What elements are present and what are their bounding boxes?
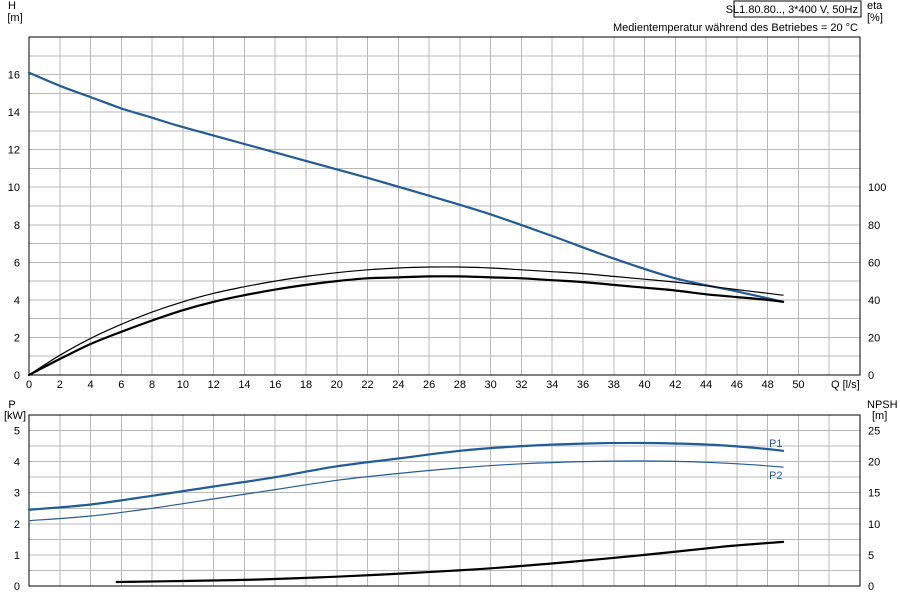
eta-tick-label: 60 bbox=[868, 257, 880, 269]
eta-tick-label: 80 bbox=[868, 220, 880, 232]
eta-tick-label: 20 bbox=[868, 332, 880, 344]
h-tick-label: 0 bbox=[14, 370, 20, 382]
eta-tick-label: 40 bbox=[868, 295, 880, 307]
npsh-axis-unit: [m] bbox=[872, 410, 887, 422]
x-tick-label: 10 bbox=[177, 379, 189, 391]
x-tick-label: 4 bbox=[87, 379, 93, 391]
h-axis-label: H bbox=[8, 0, 16, 12]
x-tick-label: 14 bbox=[238, 379, 250, 391]
p-tick-label: 4 bbox=[14, 457, 20, 469]
x-tick-label: 50 bbox=[792, 379, 804, 391]
x-tick-label: 34 bbox=[546, 379, 558, 391]
h-axis-unit: [m] bbox=[7, 12, 22, 24]
x-tick-label: 40 bbox=[638, 379, 650, 391]
p-tick-label: 2 bbox=[14, 519, 20, 531]
tick-labels: 0 2 4 6 8 10 12 14 16 18 20 22 24 26 28 30 32 34 36 38 40 42 4… bbox=[8, 70, 887, 593]
eta-tick-label: 0 bbox=[868, 370, 874, 382]
npsh-tick-label: 20 bbox=[868, 457, 880, 469]
x-tick-label: 24 bbox=[392, 379, 404, 391]
conditions-label: Medientemperatur während des Betriebes =… bbox=[613, 22, 858, 34]
x-tick-label: 26 bbox=[423, 379, 435, 391]
x-tick-label: 22 bbox=[361, 379, 373, 391]
x-tick-label: 18 bbox=[300, 379, 312, 391]
x-tick-label: 16 bbox=[269, 379, 281, 391]
h-tick-label: 6 bbox=[14, 257, 20, 269]
h-tick-label: 2 bbox=[14, 332, 20, 344]
p-tick-label: 3 bbox=[14, 488, 20, 500]
x-tick-label: 8 bbox=[149, 379, 155, 391]
h-tick-label: 10 bbox=[8, 182, 20, 194]
x-tick-label: 48 bbox=[762, 379, 774, 391]
top-series-1-line bbox=[28, 266, 784, 376]
x-tick-label: 6 bbox=[118, 379, 124, 391]
npsh-tick-label: 5 bbox=[868, 550, 874, 562]
x-tick-label: 20 bbox=[331, 379, 343, 391]
h-tick-label: 4 bbox=[14, 295, 20, 307]
bottom-series-p1-line bbox=[27, 441, 785, 511]
h-tick-label: 16 bbox=[8, 70, 20, 82]
x-tick-label: 44 bbox=[700, 379, 712, 391]
model-label: SL1.80.80.., 3*400 V, 50Hz bbox=[726, 4, 858, 16]
q-axis-label: Q [l/s] bbox=[831, 379, 860, 391]
npsh-tick-label: 10 bbox=[868, 519, 880, 531]
h-tick-label: 14 bbox=[8, 107, 20, 119]
bottom-panel-frame bbox=[28, 414, 861, 587]
x-tick-label: 42 bbox=[669, 379, 681, 391]
eta-axis-unit: [%] bbox=[867, 12, 883, 24]
eta-tick-label: 100 bbox=[868, 182, 886, 194]
top-panel-curves bbox=[27, 71, 785, 377]
axis-labels: H[m]eta[%]Q [l/s]P[kW]NPSH[m] bbox=[4, 0, 898, 422]
series-label-p1: P1 bbox=[769, 438, 782, 450]
p-tick-label: 1 bbox=[14, 550, 20, 562]
x-tick-label: 32 bbox=[515, 379, 527, 391]
npsh-tick-label: 25 bbox=[868, 426, 880, 438]
npsh-tick-label: 0 bbox=[868, 581, 874, 593]
x-tick-label: 30 bbox=[485, 379, 497, 391]
x-tick-label: 38 bbox=[608, 379, 620, 391]
eta-axis-label: eta bbox=[867, 0, 883, 12]
x-tick-label: 12 bbox=[208, 379, 220, 391]
series-label-p2: P2 bbox=[769, 470, 782, 482]
x-tick-label: 0 bbox=[26, 379, 32, 391]
h-tick-label: 12 bbox=[8, 145, 20, 157]
top-panel-grid bbox=[28, 36, 861, 376]
bottom-panel-curves: P1 P2 bbox=[27, 438, 785, 584]
h-tick-label: 8 bbox=[14, 220, 20, 232]
p-tick-label: 5 bbox=[14, 426, 20, 438]
x-tick-label: 36 bbox=[577, 379, 589, 391]
x-tick-label: 28 bbox=[454, 379, 466, 391]
npsh-tick-label: 15 bbox=[868, 488, 880, 500]
bottom-panel-grid bbox=[28, 414, 861, 587]
x-tick-label: 2 bbox=[57, 379, 63, 391]
bottom-series-p2-line bbox=[28, 460, 784, 522]
p-tick-label: 0 bbox=[14, 581, 20, 593]
pump-performance-chart: P1P2 0 2 4 6 8 10 12 14 16 18 20 22 24 26 28 30 32 34 36 38… bbox=[4, 0, 898, 593]
x-tick-label: 46 bbox=[731, 379, 743, 391]
top-series-2-line bbox=[27, 275, 785, 377]
bottom-series-2-line bbox=[115, 540, 785, 584]
p-axis-unit: [kW] bbox=[4, 410, 26, 422]
